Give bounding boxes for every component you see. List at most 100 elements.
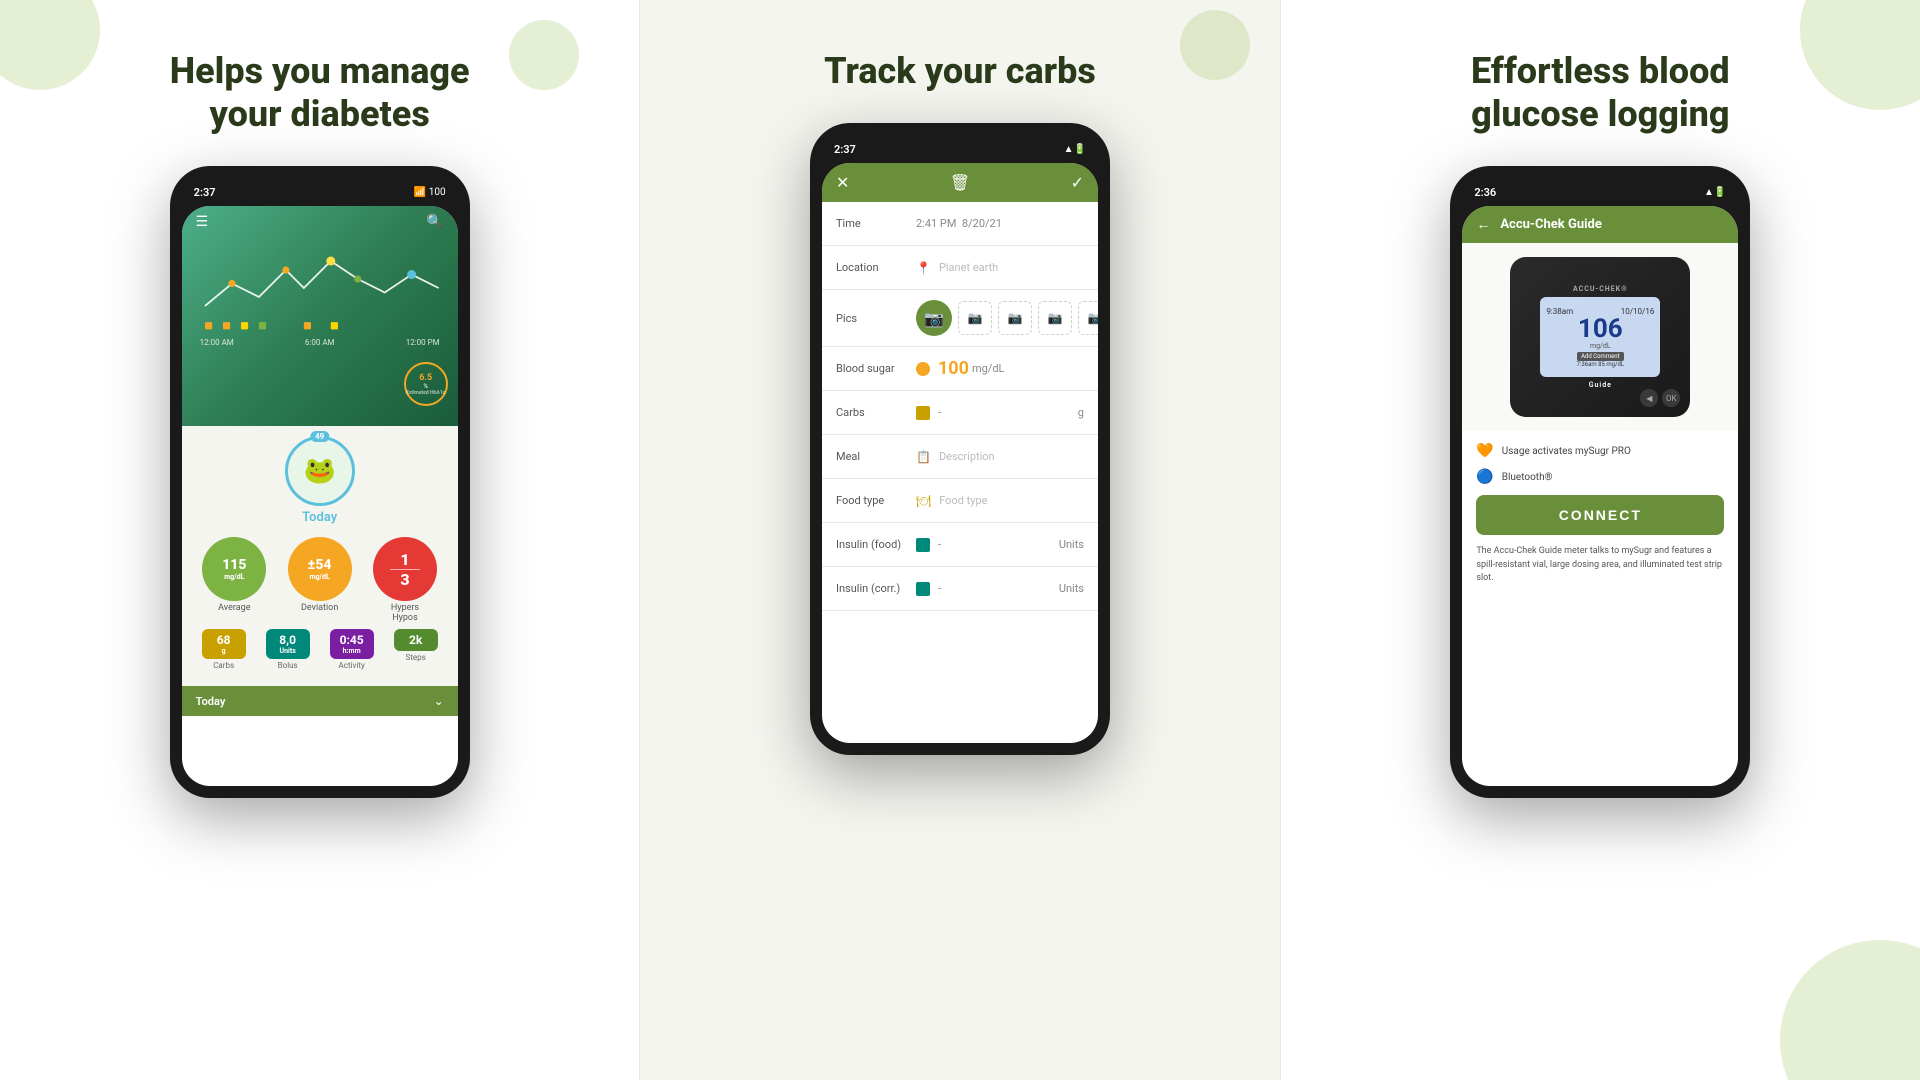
- track-row-pics: Pics 📷 📷 📷 📷 📷: [822, 290, 1098, 347]
- insulin-food-value: -: [938, 538, 1056, 551]
- info-row-pro: 🧡 Usage activates mySugr PRO: [1476, 443, 1724, 459]
- insulin-food-square: [916, 538, 930, 552]
- location-pin-icon: 📍: [916, 261, 931, 275]
- glucose-header: ← Accu-Chek Guide: [1462, 206, 1738, 243]
- device-screen: 9:38am 10/10/16 106 mg/dL Add Comment 7:…: [1540, 297, 1660, 377]
- right-camera: [1592, 184, 1608, 200]
- device-buttons: ◀ OK: [1640, 389, 1680, 407]
- track-row-food-type: Food type 🍽 Food type: [822, 479, 1098, 523]
- left-status: 📶 100: [414, 187, 446, 198]
- track-row-time: Time 2:41 PM 8/20/21: [822, 202, 1098, 246]
- insulin-corr-value: -: [938, 582, 1056, 595]
- dash-header: ☰ 🔍: [182, 206, 458, 426]
- close-icon[interactable]: ✕: [836, 173, 849, 192]
- bluetooth-text: Bluetooth®: [1502, 472, 1553, 483]
- track-row-meal: Meal 📋 Description: [822, 435, 1098, 479]
- food-type-icon: 🍽: [916, 494, 931, 508]
- camera-active-icon[interactable]: 📷: [916, 300, 952, 336]
- right-heading: Effortless blood glucose logging: [1410, 50, 1790, 136]
- glucose-description: The Accu-Chek Guide meter talks to mySug…: [1476, 545, 1724, 586]
- bottom-stat-carbs: 68 g Carbs: [202, 629, 246, 670]
- bottom-stat-bolus: 8,0 Units Bolus: [266, 629, 310, 670]
- back-icon[interactable]: ←: [1476, 216, 1490, 233]
- carbs-unit: g: [1078, 406, 1084, 419]
- pic-empty-2[interactable]: 📷: [998, 301, 1032, 335]
- carbs-square: [916, 406, 930, 420]
- left-screen: ☰ 🔍: [182, 206, 458, 786]
- pics-container: 📷 📷 📷 📷 📷: [916, 300, 1098, 336]
- insulin-corr-square: [916, 582, 930, 596]
- meal-placeholder: Description: [939, 450, 1084, 463]
- glucose-title: Accu-Chek Guide: [1500, 217, 1602, 232]
- add-comment-button[interactable]: Add Comment: [1577, 352, 1623, 361]
- meal-label: Meal: [836, 450, 916, 463]
- pic-empty-3[interactable]: 📷: [1038, 301, 1072, 335]
- location-label: Location: [836, 261, 916, 274]
- left-camera: [312, 184, 328, 200]
- hba1c-badge: 6.5 % Estimated HbA1c: [404, 362, 448, 406]
- stat-deviation: ±54 mg/dL Deviation: [288, 537, 352, 623]
- time-label-3: 12:00 PM: [406, 338, 440, 347]
- middle-phone: 2:37 ▲🔋 ✕ 🗑 ✓ Time 2:41 PM 8/20/21 Locat…: [810, 123, 1110, 755]
- dash-chart: [196, 238, 444, 338]
- avatar-emoji: 🐸: [303, 456, 335, 486]
- glucose-info-section: 🧡 Usage activates mySugr PRO 🔵 Bluetooth…: [1462, 431, 1738, 598]
- carbs-badge: 68 g: [202, 629, 246, 659]
- left-heading: Helps you manage your diabetes: [130, 50, 510, 136]
- hamburger-icon[interactable]: ☰: [196, 214, 209, 230]
- meal-icon: 📋: [916, 450, 931, 464]
- middle-status: ▲🔋: [1064, 144, 1086, 155]
- bottom-stat-activity: 0:45 h:mm Activity: [330, 629, 374, 670]
- right-time: 2:36: [1474, 186, 1496, 199]
- connect-button[interactable]: CONNECT: [1476, 495, 1724, 535]
- stat-average: 115 mg/dL Average: [202, 537, 266, 623]
- carbs-value: -: [938, 406, 1075, 419]
- middle-time: 2:37: [834, 143, 856, 156]
- info-row-bluetooth: 🔵 Bluetooth®: [1476, 469, 1724, 485]
- stat-hypers-hypos: 1 3 HypersHypos: [373, 537, 437, 623]
- time-labels: 12:00 AM 6:00 AM 12:00 PM: [196, 338, 444, 347]
- pro-text: Usage activates mySugr PRO: [1502, 446, 1631, 457]
- left-phone: 2:37 📶 100 ☰ 🔍: [170, 166, 470, 798]
- middle-camera: [952, 141, 968, 157]
- heart-icon: 🧡: [1476, 443, 1493, 459]
- blob-decoration: [1180, 10, 1250, 80]
- track-row-location: Location 📍 Planet earth: [822, 246, 1098, 290]
- search-icon[interactable]: 🔍: [426, 214, 443, 230]
- blob-decoration: [1800, 0, 1920, 110]
- today-label: Today: [302, 510, 337, 525]
- middle-heading: Track your carbs: [824, 50, 1096, 93]
- middle-screen: ✕ 🗑 ✓ Time 2:41 PM 8/20/21 Location 📍 Pl…: [822, 163, 1098, 743]
- glucose-meter-image: ACCU-CHEK® 9:38am 10/10/16 106 mg/dL Add…: [1510, 257, 1690, 417]
- device-reading: 106: [1578, 316, 1623, 342]
- track-row-carbs: Carbs - g: [822, 391, 1098, 435]
- blood-sugar-dot: [916, 362, 930, 376]
- pic-empty-4[interactable]: 📷: [1078, 301, 1098, 335]
- insulin-corr-unit: Units: [1059, 582, 1084, 595]
- footer-today: Today: [196, 695, 226, 708]
- avatar: 49 🐸: [285, 436, 355, 506]
- carbs-label: Carbs: [836, 406, 916, 419]
- steps-badge: 2k: [394, 629, 438, 651]
- pic-empty-1[interactable]: 📷: [958, 301, 992, 335]
- panel-right: Effortless blood glucose logging 2:36 ▲🔋…: [1281, 0, 1920, 1080]
- delete-icon[interactable]: 🗑: [950, 173, 970, 192]
- track-header: ✕ 🗑 ✓: [822, 163, 1098, 202]
- dash-footer[interactable]: Today ⌄: [182, 686, 458, 716]
- location-placeholder: Planet earth: [939, 261, 1084, 274]
- time-label-1: 12:00 AM: [200, 338, 234, 347]
- bottom-stats: 68 g Carbs 8,0 Units Bolus: [192, 629, 448, 670]
- insulin-food-unit: Units: [1059, 538, 1084, 551]
- right-screen: ← Accu-Chek Guide ACCU-CHEK® 9:38am 10/1…: [1462, 206, 1738, 786]
- insulin-corr-label: Insulin (corr.): [836, 582, 916, 595]
- chevron-down-icon: ⌄: [434, 694, 444, 708]
- pics-label: Pics: [836, 312, 916, 325]
- check-icon[interactable]: ✓: [1071, 173, 1084, 192]
- insulin-food-label: Insulin (food): [836, 538, 916, 551]
- blood-sugar-label: Blood sugar: [836, 362, 916, 375]
- stat-circle-deviation: ±54 mg/dL: [288, 537, 352, 601]
- panel-left: Helps you manage your diabetes 2:37 📶 10…: [0, 0, 639, 1080]
- blob-decoration: [1780, 940, 1920, 1080]
- track-row-insulin-food: Insulin (food) - Units: [822, 523, 1098, 567]
- bottom-stat-steps: 2k Steps: [394, 629, 438, 670]
